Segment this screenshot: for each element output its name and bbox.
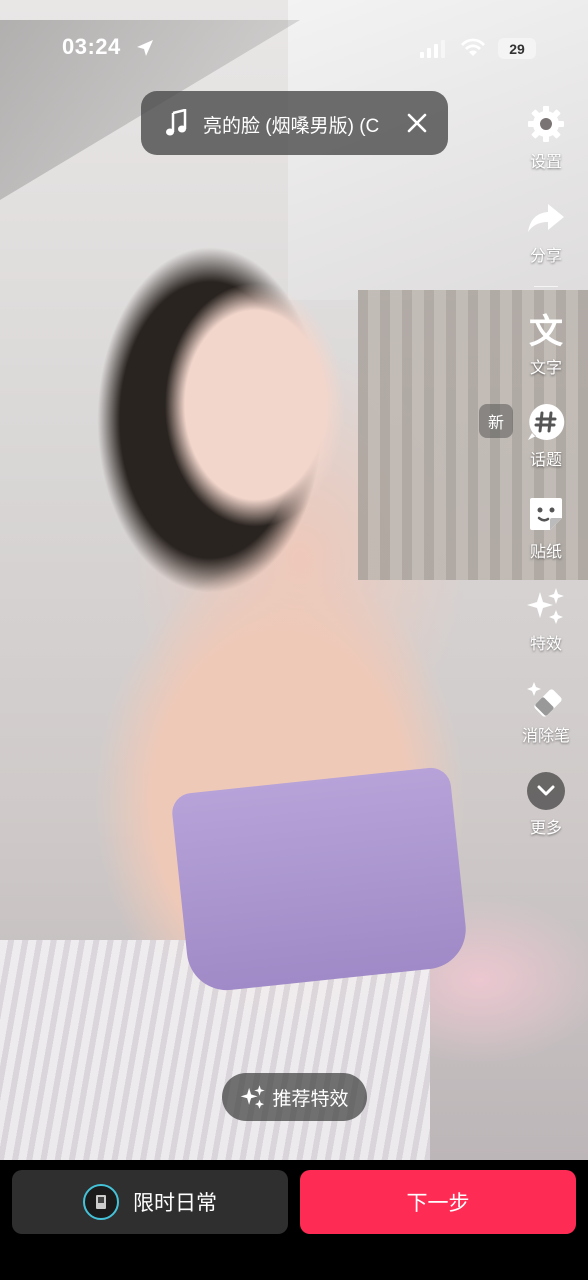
- settings-button[interactable]: 设置: [515, 104, 577, 172]
- wifi-icon: [461, 38, 485, 56]
- daily-avatar-icon: [83, 1184, 119, 1220]
- sparkles-icon: [527, 588, 564, 624]
- chevron-down-icon: [537, 785, 555, 796]
- share-button[interactable]: 分享: [515, 198, 577, 266]
- eraser-icon: [527, 682, 562, 717]
- status-time: 03:24: [62, 34, 121, 59]
- next-step-label: 下一步: [406, 1192, 470, 1215]
- sticker-label: 贴纸: [529, 544, 562, 561]
- more-circle: [527, 772, 565, 810]
- share-label: 分享: [529, 248, 562, 265]
- text-label: 文字: [529, 360, 562, 377]
- location-arrow-icon: [137, 40, 153, 56]
- effects-button[interactable]: 特效: [515, 586, 577, 654]
- svg-text:文: 文: [529, 312, 563, 350]
- more-label: 更多: [529, 820, 562, 837]
- video-preview-photo: [0, 0, 588, 1160]
- share-arrow-icon: [528, 204, 564, 232]
- new-badge: 新: [479, 404, 513, 438]
- topic-label: 话题: [529, 452, 562, 469]
- bottom-bar: 限时日常 下一步: [0, 1160, 588, 1280]
- sparkles-icon: [241, 1085, 266, 1109]
- more-button[interactable]: 更多: [515, 772, 577, 838]
- text-button[interactable]: 文 文字: [515, 310, 577, 378]
- sticker-icon: [530, 498, 562, 530]
- next-step-button[interactable]: 下一步: [300, 1170, 576, 1234]
- close-icon[interactable]: [403, 109, 431, 137]
- status-bar: 03:24 29: [0, 30, 588, 66]
- recommended-effects-label: 推荐特效: [272, 1088, 349, 1110]
- effects-label: 特效: [529, 636, 562, 653]
- eraser-label: 消除笔: [521, 728, 570, 745]
- limited-daily-label: 限时日常: [133, 1192, 217, 1215]
- gear-icon: [528, 106, 564, 142]
- settings-label: 设置: [529, 154, 562, 171]
- music-title: 亮的脸 (烟嗓男版) (C: [203, 116, 380, 137]
- toolbar-divider: [534, 286, 558, 287]
- battery-indicator: 29: [498, 38, 536, 59]
- eraser-button[interactable]: 消除笔: [515, 678, 577, 746]
- selected-music-pill[interactable]: 亮的脸 (烟嗓男版) (C: [141, 91, 448, 155]
- recommended-effects-button[interactable]: 推荐特效: [222, 1073, 367, 1121]
- music-note-icon: [166, 109, 187, 136]
- sticker-button[interactable]: 贴纸: [515, 494, 577, 562]
- topic-button[interactable]: 话题: [515, 402, 577, 470]
- hashtag-icon: [528, 403, 565, 440]
- text-icon: 文: [529, 312, 563, 350]
- cellular-signal-icon: [420, 40, 445, 58]
- limited-daily-button[interactable]: 限时日常: [12, 1170, 288, 1234]
